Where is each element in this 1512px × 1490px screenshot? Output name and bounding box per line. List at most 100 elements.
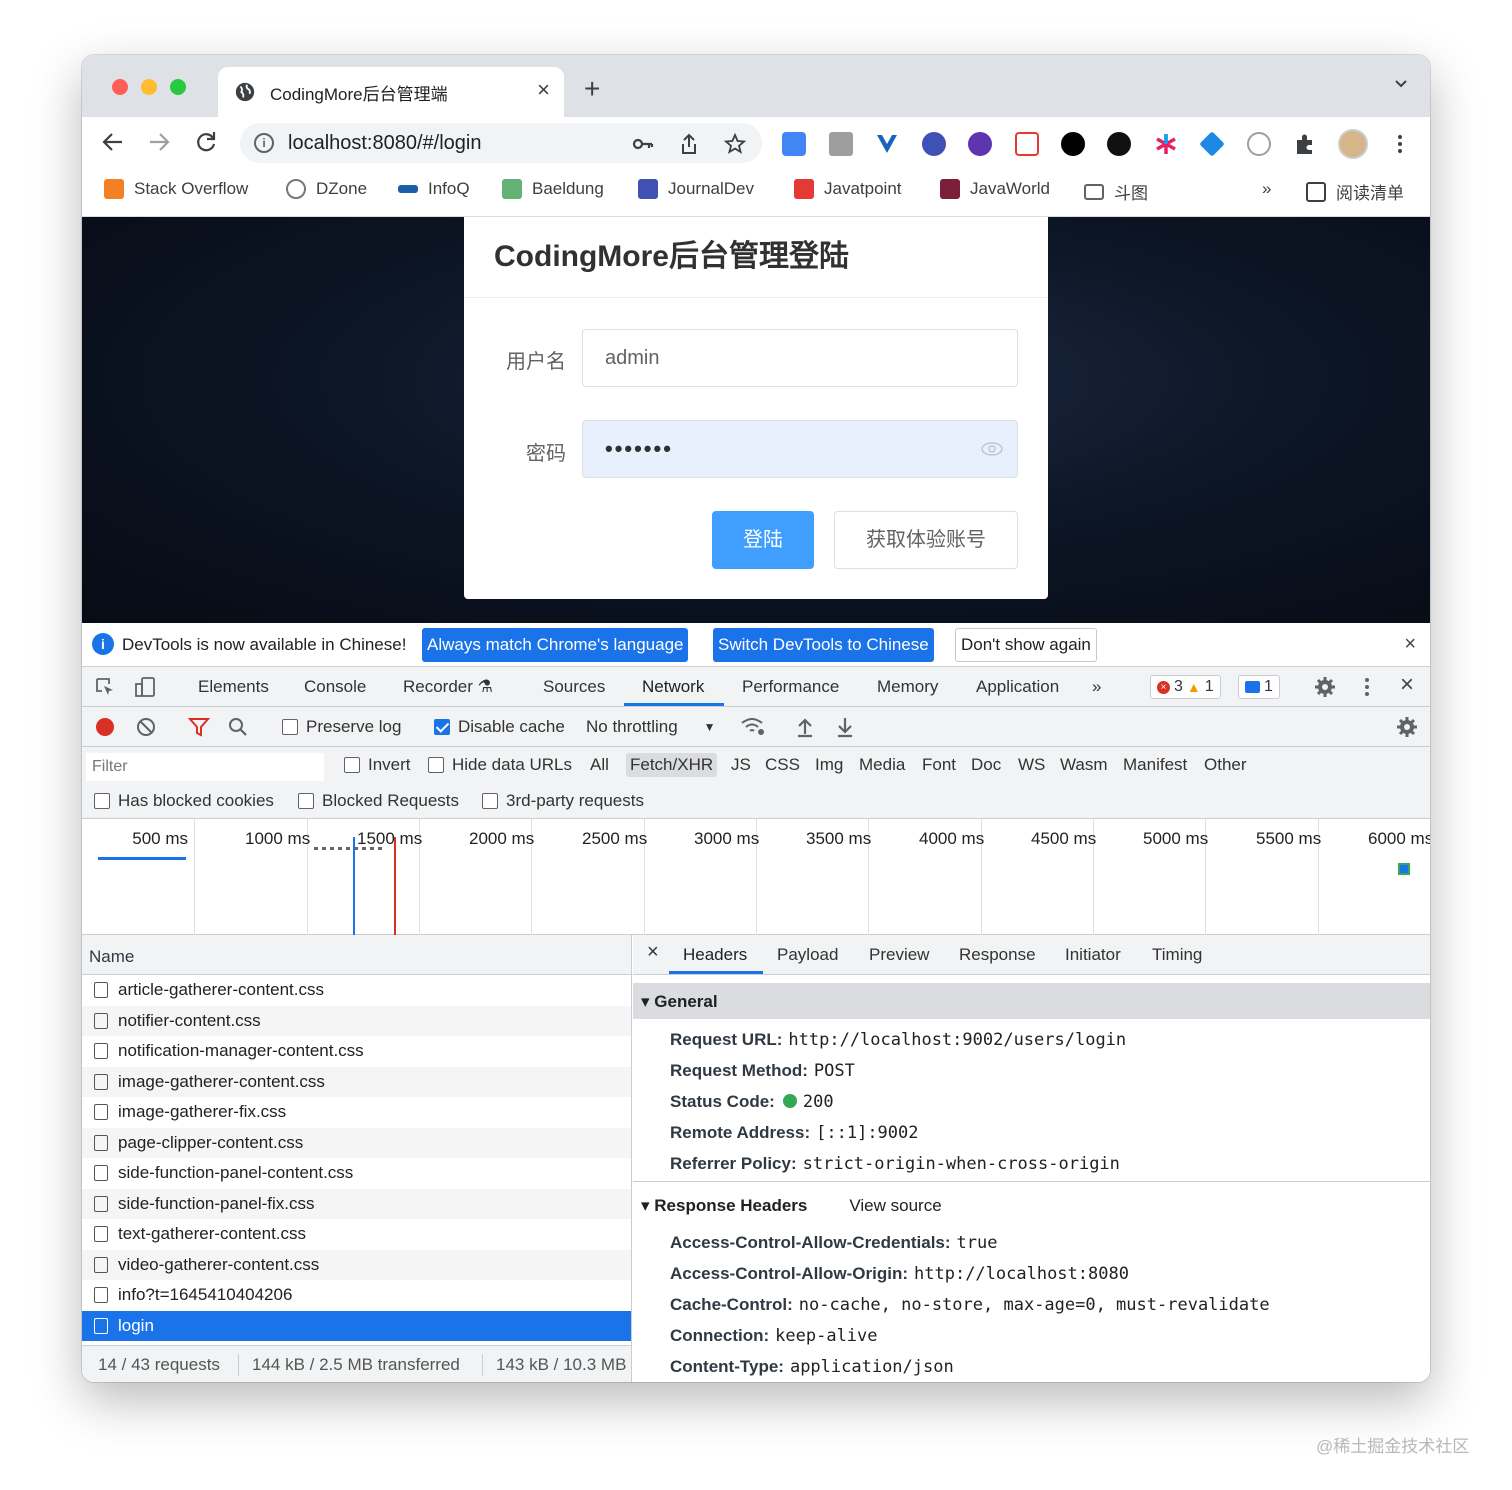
close-window-button[interactable] [112, 79, 128, 95]
avatar[interactable] [1338, 129, 1368, 159]
hide-data-urls-checkbox[interactable]: Hide data URLs [428, 755, 572, 775]
bookmark-javatpoint[interactable]: Javatpoint [794, 179, 902, 199]
tab-memory[interactable]: Memory [877, 677, 938, 697]
back-icon[interactable] [100, 129, 126, 155]
table-row[interactable]: video-gatherer-content.css [82, 1249, 631, 1280]
translate-extension-icon[interactable] [782, 132, 806, 156]
bookmark-infoq[interactable]: InfoQ [398, 179, 470, 199]
network-conditions-icon[interactable] [740, 717, 766, 737]
table-row[interactable]: image-gatherer-fix.css [82, 1097, 631, 1128]
eye-icon[interactable] [981, 440, 1003, 458]
table-row[interactable]: info?t=1645410404206 [82, 1280, 631, 1311]
chevron-down-icon[interactable] [1394, 77, 1408, 91]
firefox-relay-icon[interactable] [922, 132, 946, 156]
table-row[interactable]: notification-manager-content.css [82, 1036, 631, 1067]
puzzle-icon[interactable] [1293, 132, 1317, 156]
table-row[interactable]: text-gatherer-content.css [82, 1219, 631, 1250]
search-icon[interactable] [228, 717, 248, 737]
network-overview-timeline[interactable]: 500 ms 1000 ms 1500 ms 2000 ms 2500 ms 3000 m… [82, 819, 1430, 935]
type-other[interactable]: Other [1204, 755, 1247, 775]
network-settings-gear-icon[interactable] [1396, 716, 1418, 738]
bookmark-folder-doutu[interactable]: 斗图 [1084, 179, 1148, 204]
settings-gear-icon[interactable] [1314, 676, 1336, 698]
username-input[interactable]: admin [582, 329, 1018, 387]
close-details-icon[interactable]: × [647, 941, 659, 964]
type-fetch-xhr[interactable]: Fetch/XHR [626, 753, 718, 777]
filter-icon[interactable] [188, 717, 210, 737]
devtools-menu-icon[interactable] [1356, 676, 1378, 698]
blocked-requests-checkbox[interactable]: Blocked Requests [298, 791, 459, 811]
bookmarks-overflow[interactable]: » [1262, 179, 1271, 199]
browser-tab[interactable]: CodingMore后台管理端 × [218, 67, 564, 117]
address-bar[interactable]: i localhost:8080/#/login [240, 123, 762, 163]
tab-payload[interactable]: Payload [777, 945, 838, 965]
tree-extension-icon[interactable] [1015, 132, 1039, 156]
zoom-window-button[interactable] [170, 79, 186, 95]
type-css[interactable]: CSS [765, 755, 800, 775]
bookmark-dzone[interactable]: DZone [286, 179, 367, 199]
invert-checkbox[interactable]: Invert [344, 755, 411, 775]
tab-initiator[interactable]: Initiator [1065, 945, 1121, 965]
table-row[interactable]: page-clipper-content.css [82, 1127, 631, 1158]
bookmark-baeldung[interactable]: Baeldung [502, 179, 604, 199]
password-input[interactable]: ••••••• [582, 420, 1018, 478]
tab-recorder[interactable]: Recorder ⚗ [403, 677, 493, 697]
table-row[interactable]: notifier-content.css [82, 1005, 631, 1036]
reload-icon[interactable] [193, 129, 219, 155]
blocked-cookies-checkbox[interactable]: Has blocked cookies [94, 791, 274, 811]
s-extension-icon[interactable] [968, 132, 992, 156]
type-media[interactable]: Media [859, 755, 905, 775]
issues-badge[interactable]: × 3 ▲ 1 [1150, 675, 1221, 699]
bookmark-javaworld[interactable]: JavaWorld [940, 179, 1050, 199]
record-icon[interactable] [96, 718, 114, 736]
type-wasm[interactable]: Wasm [1060, 755, 1108, 775]
messages-badge[interactable]: 1 [1238, 675, 1280, 699]
table-row[interactable]: login [82, 1310, 631, 1341]
tab-timing[interactable]: Timing [1152, 945, 1202, 965]
close-infobar-icon[interactable]: × [1404, 633, 1416, 656]
tab-preview[interactable]: Preview [869, 945, 929, 965]
export-har-icon[interactable] [836, 716, 854, 738]
table-row[interactable]: side-function-panel-fix.css [82, 1188, 631, 1219]
site-info-icon[interactable]: i [254, 133, 274, 153]
diamond-extension-icon[interactable] [1199, 131, 1225, 157]
switch-chinese-button[interactable]: Switch DevTools to Chinese [713, 628, 934, 662]
view-source-link[interactable]: View source [849, 1196, 941, 1215]
type-ws[interactable]: WS [1018, 755, 1045, 775]
inspect-element-icon[interactable] [94, 676, 116, 698]
asterisk-extension-icon[interactable] [1154, 132, 1178, 156]
third-party-checkbox[interactable]: 3rd-party requests [482, 791, 644, 811]
close-tab-icon[interactable]: × [537, 77, 550, 103]
dont-show-again-button[interactable]: Don't show again [955, 628, 1097, 662]
reading-list[interactable]: 阅读清单 [1306, 179, 1404, 204]
tab-headers[interactable]: Headers [683, 945, 747, 965]
close-devtools-icon[interactable]: × [1400, 671, 1414, 699]
type-js[interactable]: JS [731, 755, 751, 775]
chat-extension-icon[interactable] [1107, 132, 1131, 156]
type-manifest[interactable]: Manifest [1123, 755, 1187, 775]
bookmark-journaldev[interactable]: JournalDev [638, 179, 754, 199]
table-row[interactable]: side-function-panel-content.css [82, 1158, 631, 1189]
extension-icon[interactable] [829, 132, 853, 156]
tab-network[interactable]: Network [642, 677, 704, 697]
tab-sources[interactable]: Sources [543, 677, 605, 697]
type-all[interactable]: All [590, 755, 609, 775]
type-font[interactable]: Font [922, 755, 956, 775]
match-language-button[interactable]: Always match Chrome's language [422, 628, 689, 662]
throttling-select[interactable]: No throttling ▼ [586, 717, 716, 737]
type-doc[interactable]: Doc [971, 755, 1001, 775]
response-headers-section-header[interactable]: ▾ Response Headers View source [633, 1187, 1430, 1223]
clear-icon[interactable] [136, 717, 156, 737]
table-row[interactable]: article-gatherer-content.css [82, 975, 631, 1006]
import-har-icon[interactable] [796, 716, 814, 738]
play-extension-icon[interactable] [1061, 132, 1085, 156]
filter-input[interactable]: Filter [86, 753, 324, 781]
key-icon[interactable] [632, 133, 654, 155]
type-img[interactable]: Img [815, 755, 843, 775]
name-column-header[interactable]: Name [82, 935, 631, 975]
device-toolbar-icon[interactable] [134, 676, 156, 698]
disable-cache-checkbox[interactable]: Disable cache [434, 717, 565, 737]
share-icon[interactable] [678, 133, 700, 155]
more-tabs-button[interactable]: » [1092, 677, 1101, 697]
new-tab-icon[interactable]: + [584, 73, 600, 105]
